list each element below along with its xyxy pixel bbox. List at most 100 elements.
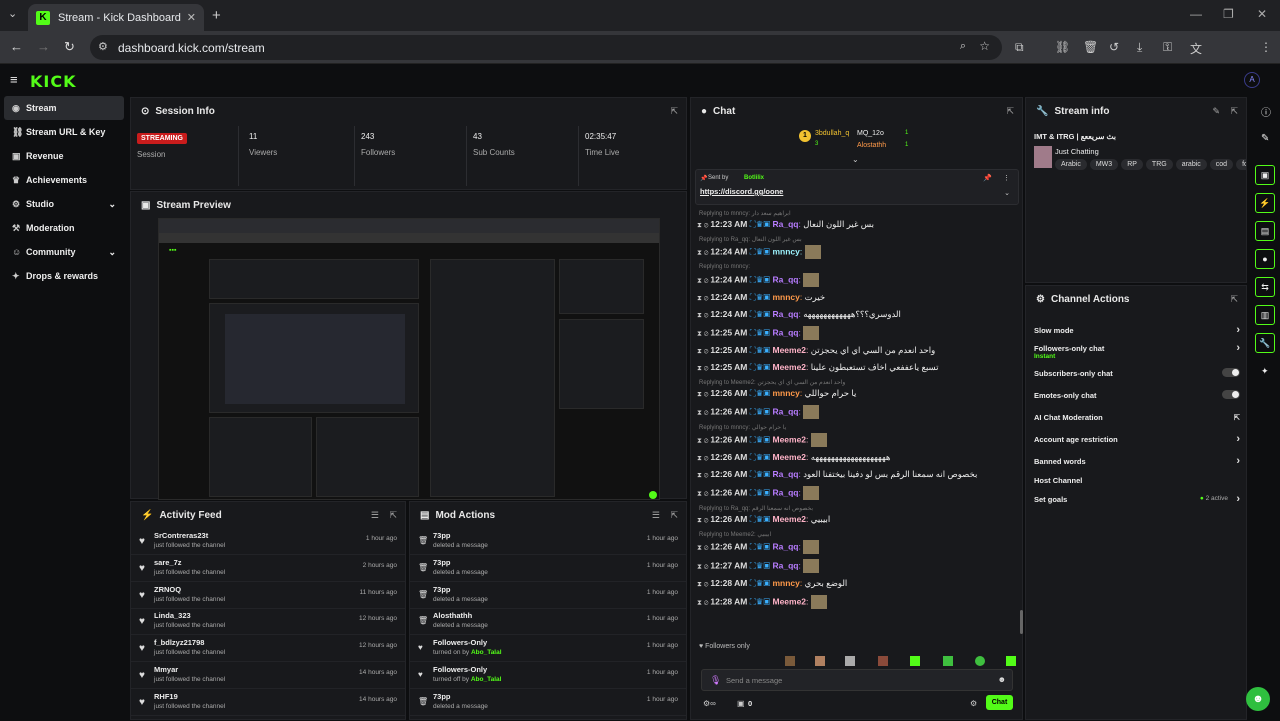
channel-action-item[interactable]: Set goals ● 2 active › xyxy=(1034,493,1240,505)
message-username[interactable]: mnncy xyxy=(772,246,799,256)
sidebar-item-achievements[interactable]: ♛ Achievements xyxy=(0,168,128,192)
mod-tools-icon[interactable]: ⧗ ⊘ xyxy=(697,222,710,229)
stream-video[interactable]: ▪▪▪ xyxy=(158,218,660,500)
info-icon[interactable]: ⓘ xyxy=(1261,104,1271,119)
channel-action-item[interactable]: AI Chat Moderation ⇱ xyxy=(1034,413,1240,422)
new-tab-icon[interactable]: + xyxy=(212,7,221,24)
mod-tools-icon[interactable]: ⧗ ⊘ xyxy=(697,472,710,479)
mod-tools-icon[interactable]: ⧗ ⊘ xyxy=(697,277,710,284)
reply-context[interactable]: Replying to mnncy: xyxy=(699,264,750,270)
kick-logo[interactable]: KICK xyxy=(30,72,77,91)
message-username[interactable]: Ra_qq xyxy=(772,327,798,337)
pinned-author[interactable]: Botlilix xyxy=(744,175,764,181)
activity-user[interactable]: ZRNOQ xyxy=(154,585,181,594)
message-username[interactable]: Ra_qq xyxy=(772,309,798,319)
leader-name[interactable]: MQ_12o xyxy=(857,130,884,137)
translate-icon[interactable]: 文 xyxy=(1190,40,1202,57)
sidebar-item-studio[interactable]: ⚙ Studio ⌄ xyxy=(0,192,128,216)
download-icon[interactable]: ⤓ xyxy=(1137,40,1142,55)
emoji-icon[interactable]: ☻ xyxy=(998,675,1006,684)
mod-tools-icon[interactable]: ⧗ ⊘ xyxy=(697,348,710,355)
reply-context[interactable]: Replying to Ra_qq: بس غير اللون النعال xyxy=(699,236,802,243)
message-username[interactable]: Ra_qq xyxy=(772,274,798,284)
browser-tab[interactable]: K Stream - Kick Dashboard ✕ xyxy=(28,4,204,31)
minimize-icon[interactable]: — xyxy=(1190,7,1202,21)
message-username[interactable]: Meeme2 xyxy=(772,362,806,372)
edit-pencil-icon[interactable]: ✎ xyxy=(1212,106,1220,117)
tab-search-icon[interactable]: ⌄ xyxy=(8,7,17,20)
emote-icon[interactable] xyxy=(785,656,795,666)
chat-input[interactable]: 🎙 Send a message ☻ xyxy=(701,669,1013,691)
channel-action-item[interactable]: Subscribers-only chat xyxy=(1034,368,1240,378)
sidebar-item-drops-rewards[interactable]: ✦ Drops & rewards xyxy=(0,264,128,288)
mod-tools-icon[interactable]: ⧗ ⊘ xyxy=(697,490,710,497)
mod-action-target[interactable]: Followers-Only xyxy=(433,638,487,647)
close-window-icon[interactable]: ✕ xyxy=(1257,7,1267,21)
maximize-icon[interactable]: ❐ xyxy=(1223,7,1234,21)
message-username[interactable]: Meeme2 xyxy=(772,434,806,444)
mod-tools-icon[interactable]: ⧗ ⊘ xyxy=(697,391,710,398)
popout-icon[interactable]: ⇱ xyxy=(670,510,678,521)
back-icon[interactable]: ← xyxy=(10,39,23,54)
message-username[interactable]: Ra_qq xyxy=(772,487,798,497)
gear-icon[interactable]: ⚙ xyxy=(970,699,977,708)
extensions-icon[interactable]: ⧉ xyxy=(1015,40,1024,55)
message-username[interactable]: Meeme2 xyxy=(772,514,806,524)
channel-action-item[interactable]: Account age restriction › xyxy=(1034,433,1240,445)
emote-icon[interactable] xyxy=(845,656,855,666)
url-input[interactable]: ⚙ dashboard.kick.com/stream ⌕ ☆ xyxy=(90,35,1002,60)
mod-tools-icon[interactable]: ⧗ ⊘ xyxy=(697,312,710,319)
channel-action-item[interactable]: Emotes-only chat xyxy=(1034,390,1240,400)
mod-tools-icon[interactable]: ⧗ ⊘ xyxy=(697,563,710,570)
mod-action-by[interactable]: Abo_Talal xyxy=(471,676,502,683)
bookmark-star-icon[interactable]: ☆ xyxy=(979,39,990,53)
toggle-switch[interactable] xyxy=(1222,390,1240,399)
channel-action-item[interactable]: Banned words › xyxy=(1034,455,1240,467)
sidebar-item-revenue[interactable]: ▣ Revenue xyxy=(0,144,128,168)
message-username[interactable]: Meeme2 xyxy=(772,345,806,355)
activity-user[interactable]: f_bdlzyz21798 xyxy=(154,638,204,647)
send-chat-button[interactable]: Chat xyxy=(986,695,1013,710)
rail-mod-button[interactable]: ▤ xyxy=(1255,221,1275,241)
help-chat-button[interactable]: ☻ xyxy=(1246,687,1270,711)
reply-context[interactable]: Replying to mnncy: يا حرام حوالي xyxy=(699,424,786,431)
trash-icon[interactable]: 🗑 xyxy=(1083,40,1098,54)
mod-tools-icon[interactable]: ⧗ ⊘ xyxy=(697,517,710,524)
emote-icon[interactable] xyxy=(878,656,888,666)
message-username[interactable]: Ra_qq xyxy=(772,541,798,551)
activity-user[interactable]: Mmyar xyxy=(154,665,178,674)
site-info-icon[interactable]: ⚙ xyxy=(98,40,108,53)
more-options-icon[interactable]: ⋮ xyxy=(1003,174,1010,182)
close-tab-icon[interactable]: ✕ xyxy=(187,11,196,24)
message-username[interactable]: Ra_qq xyxy=(772,469,798,479)
reply-context[interactable]: Replying to mnncy: ابراهيم سعد دار xyxy=(699,210,791,217)
channel-action-item[interactable]: Followers-only chat Instant › xyxy=(1034,342,1240,360)
pinned-link[interactable]: https://discord.gg/oone xyxy=(700,187,783,196)
message-username[interactable]: mnncy xyxy=(772,578,799,588)
popout-icon[interactable]: ⇱ xyxy=(389,510,397,521)
message-username[interactable]: Ra_qq xyxy=(772,560,798,570)
mod-action-target[interactable]: Followers-Only xyxy=(433,665,487,674)
mod-action-by[interactable]: Abo_Talal xyxy=(471,649,502,656)
activity-user[interactable]: Linda_323 xyxy=(154,611,191,620)
sidebar-item-moderation[interactable]: ⚒ Moderation xyxy=(0,216,128,240)
message-username[interactable]: Ra_qq xyxy=(772,406,798,416)
reply-context[interactable]: Replying to Meeme2: واحد انعدم من السي ا… xyxy=(699,379,845,386)
mod-action-target[interactable]: 73pp xyxy=(433,531,451,540)
emote-icon[interactable] xyxy=(1006,656,1016,666)
user-avatar[interactable]: A xyxy=(1244,72,1260,88)
mod-tools-icon[interactable]: ⧗ ⊘ xyxy=(697,365,710,372)
mod-action-target[interactable]: 73pp xyxy=(433,558,451,567)
category-name[interactable]: Just Chatting xyxy=(1055,147,1099,156)
message-username[interactable]: Meeme2 xyxy=(772,452,806,462)
popout-icon[interactable]: ⇱ xyxy=(1230,106,1238,117)
forward-icon[interactable]: → xyxy=(37,39,50,54)
mod-tools-icon[interactable]: ⧗ ⊘ xyxy=(697,599,710,606)
sidebar-item-community[interactable]: ☺ Community ⌄ xyxy=(0,240,128,264)
reload-icon[interactable]: ↻ xyxy=(64,39,75,55)
browser-menu-icon[interactable]: ⋮ xyxy=(1260,40,1272,54)
activity-user[interactable]: SrContreras23t xyxy=(154,531,208,540)
filter-icon[interactable]: ☰ xyxy=(371,510,379,521)
edit-pencil-icon[interactable]: ✎ xyxy=(1261,133,1269,144)
reply-context[interactable]: Replying to Meeme2: ابيبيي xyxy=(699,531,771,538)
